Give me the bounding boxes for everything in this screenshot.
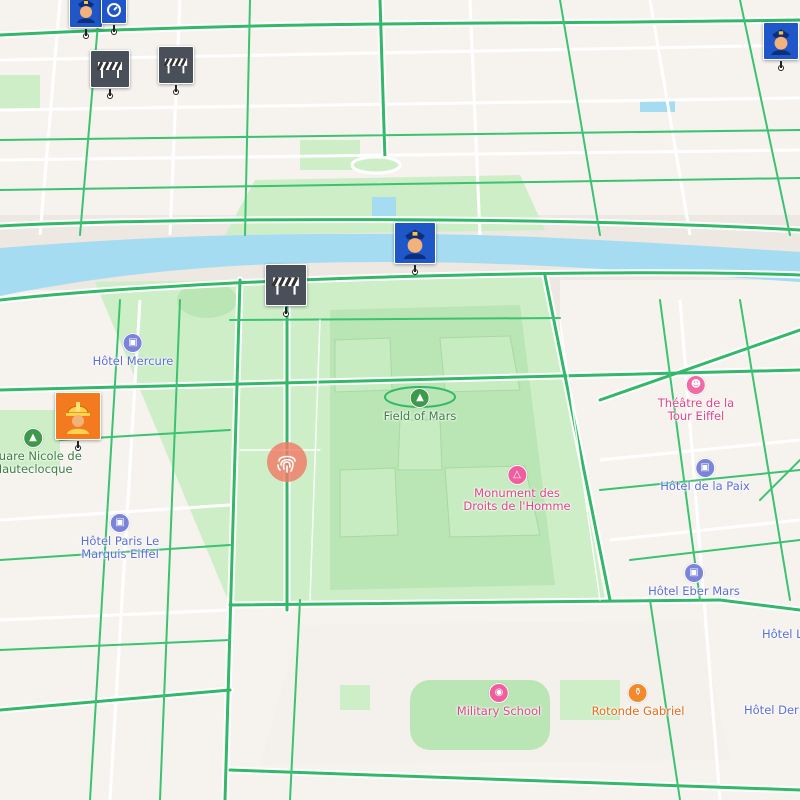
poi-label: Hôtel Paris Le Marquis Eiffel bbox=[80, 534, 160, 561]
police-marker[interactable] bbox=[69, 0, 103, 28]
poi-field-of-mars[interactable]: ▲ Field of Mars bbox=[383, 388, 457, 423]
poi-label: Hôtel Mercure bbox=[92, 354, 174, 368]
poi-hotel-der[interactable]: Hôtel Der bbox=[744, 704, 799, 717]
police-officer-icon bbox=[403, 229, 427, 259]
poi-label: Hôtel de la Paix bbox=[660, 479, 750, 493]
poi-hotel-paris-le-marquis[interactable]: ▣ Hôtel Paris Le Marquis Eiffel bbox=[81, 513, 159, 561]
police-officer-icon bbox=[77, 0, 95, 23]
poi-theatre[interactable]: ☻ Théâtre de la Tour Eiffel bbox=[658, 375, 734, 423]
poi-military-school[interactable]: ◉ Military School bbox=[457, 683, 541, 718]
poi-rotonde-gabriel[interactable]: ⚱ Rotonde Gabriel bbox=[591, 683, 685, 718]
bed-icon: ▣ bbox=[694, 458, 715, 478]
poi-label: Hôtel Der bbox=[744, 703, 799, 717]
map-view[interactable]: ▣ Hôtel Mercure ▲ Field of Mars ☻ Théâtr… bbox=[0, 0, 800, 800]
pond bbox=[372, 197, 396, 217]
fingerprint-marker[interactable] bbox=[267, 442, 307, 482]
stopwatch-icon bbox=[107, 3, 121, 17]
poi-label: Monument des Droits de l'Homme bbox=[463, 486, 571, 513]
roadblock-marker[interactable] bbox=[158, 46, 194, 84]
road-barrier-icon bbox=[271, 276, 299, 295]
poi-label: Théâtre de la Tour Eiffel bbox=[657, 396, 735, 423]
tree-icon: ▲ bbox=[22, 428, 43, 448]
poi-label: Rotonde Gabriel bbox=[591, 704, 685, 718]
roadblock-marker[interactable] bbox=[265, 264, 307, 306]
bed-icon: ▣ bbox=[122, 333, 143, 353]
hard-hat-worker-icon bbox=[66, 402, 90, 434]
monument-icon: △ bbox=[507, 465, 527, 485]
bed-icon: ▣ bbox=[684, 563, 704, 583]
fingerprint-icon bbox=[277, 455, 296, 473]
police-marker[interactable] bbox=[101, 0, 127, 24]
police-marker[interactable] bbox=[763, 22, 799, 60]
poi-hotel-de-la-paix[interactable]: ▣ Hôtel de la Paix bbox=[660, 458, 750, 493]
poi-hotel-mercure[interactable]: ▣ Hôtel Mercure bbox=[92, 333, 174, 368]
police-marker[interactable] bbox=[394, 222, 436, 264]
theatre-icon: ☻ bbox=[686, 375, 706, 395]
poi-label: Military School bbox=[456, 704, 542, 718]
poi-monument[interactable]: △ Monument des Droits de l'Homme bbox=[463, 465, 571, 513]
road-barrier-icon bbox=[96, 61, 122, 78]
poi-hotel-l[interactable]: Hôtel L bbox=[762, 628, 800, 641]
roundabout bbox=[350, 155, 402, 175]
construction-marker[interactable] bbox=[55, 392, 101, 440]
fork-knife-icon: ⚱ bbox=[627, 683, 648, 703]
poi-label: Hôtel L bbox=[762, 627, 800, 641]
tree-icon: ▲ bbox=[409, 388, 430, 408]
poi-hotel-eber-mars[interactable]: ▣ Hôtel Eber Mars bbox=[648, 563, 740, 598]
poi-label: Hôtel Eber Mars bbox=[648, 584, 740, 598]
roadblock-marker[interactable] bbox=[90, 50, 130, 88]
camera-icon: ◉ bbox=[489, 683, 509, 703]
bed-icon: ▣ bbox=[110, 513, 130, 533]
police-officer-icon bbox=[771, 29, 791, 55]
poi-label: Square Nicole de Hauteclocque bbox=[0, 449, 82, 476]
road-barrier-icon bbox=[163, 57, 188, 74]
poi-label: Field of Mars bbox=[383, 409, 457, 423]
